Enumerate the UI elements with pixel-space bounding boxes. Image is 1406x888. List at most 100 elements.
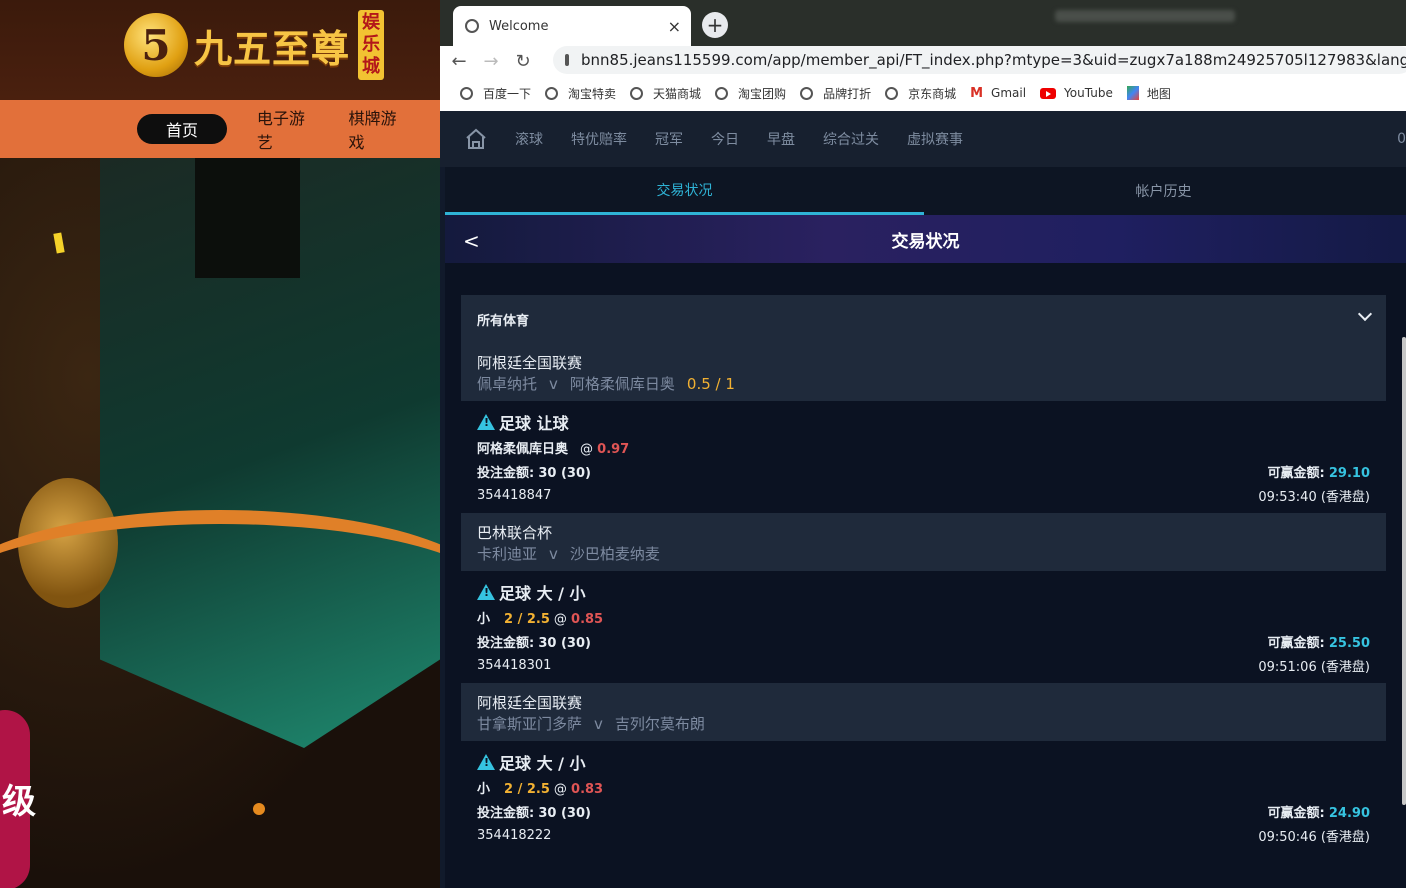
- away-team: 吉列尔莫布朗: [614, 715, 705, 733]
- bet-time: 09:51:06 (香港盘): [1258, 659, 1370, 675]
- bookmark-item[interactable]: 京东商城: [885, 85, 956, 102]
- sport-filter-value: 所有体育: [477, 313, 530, 329]
- bet-card: 巴林联合杯 卡利迪亚 v 沙巴柏麦纳麦 足球 大 / 小 小 2 / 2.5@ 0…: [461, 513, 1386, 683]
- ticket-id: 354418301: [477, 657, 552, 673]
- nav-today[interactable]: 今日: [711, 129, 739, 149]
- carousel-dot[interactable]: [253, 803, 265, 815]
- globe-icon: [715, 86, 729, 100]
- win-value: 25.50: [1328, 635, 1370, 651]
- lock-icon[interactable]: [565, 54, 569, 66]
- nav-special-odds[interactable]: 特优赔率: [571, 129, 627, 149]
- odds-value: 0.83: [571, 781, 604, 797]
- page-header: < 交易状况: [445, 215, 1406, 263]
- back-icon[interactable]: ←: [446, 51, 472, 72]
- page-title: 交易状况: [891, 231, 960, 252]
- bookmark-item[interactable]: 天猫商城: [630, 85, 701, 102]
- stake-label: 投注金额:: [477, 465, 535, 481]
- home-icon[interactable]: [465, 128, 487, 150]
- tab-strip: Welcome × +: [440, 0, 1406, 46]
- side-badge-char: 级: [2, 782, 36, 822]
- ticket-id: 354418847: [477, 487, 552, 503]
- versus: v: [549, 375, 558, 393]
- bookmark-label: 天猫商城: [653, 86, 702, 101]
- nav-virtual[interactable]: 虚拟赛事: [907, 129, 963, 149]
- bookmark-item[interactable]: 淘宝特卖: [545, 85, 616, 102]
- globe-icon: [465, 19, 479, 33]
- win-label: 可赢金额:: [1267, 465, 1325, 481]
- bet-selection: 小 2 / 2.5 @ 0.85: [477, 605, 1370, 629]
- stake-row: 投注金额: 30 (30) 可赢金额: 29.10: [477, 459, 1370, 483]
- tab-account-history[interactable]: 帐户历史: [924, 167, 1403, 215]
- bookmark-item[interactable]: 品牌打折: [800, 85, 871, 102]
- bet-selection: 阿格柔佩库日奥 @ 0.97: [477, 435, 1370, 459]
- selection-name: 小: [477, 611, 491, 627]
- bookmark-label: 京东商城: [908, 86, 957, 101]
- bet-time: 09:50:46 (香港盘): [1258, 829, 1370, 845]
- site-nav-slots[interactable]: 电子游艺: [257, 105, 315, 153]
- address-bar[interactable]: bnn85.jeans115599.com/app/member_api/FT_…: [553, 46, 1406, 74]
- win-value: 29.10: [1328, 465, 1370, 481]
- site-logo[interactable]: 5 九五至尊 娱 乐 城: [124, 10, 385, 80]
- ticket-row: 354418222 09:50:46 (香港盘): [477, 823, 1370, 847]
- site-nav: 首页 电子游艺 棋牌游戏: [0, 100, 440, 158]
- market-label: 足球 大 / 小: [499, 754, 586, 773]
- logo-tag-char: 乐: [362, 34, 381, 55]
- new-tab-button[interactable]: +: [702, 12, 728, 38]
- tab-transactions[interactable]: 交易状况: [445, 167, 924, 215]
- globe-icon: [630, 86, 644, 100]
- win-label: 可赢金额:: [1267, 805, 1325, 821]
- bet-body: 足球 大 / 小 小 2 / 2.5@ 0.83 投注金额: 30 (30) 可赢…: [461, 741, 1386, 853]
- url-text[interactable]: bnn85.jeans115599.com/app/member_api/FT_…: [581, 51, 1406, 69]
- scrollbar[interactable]: [1402, 337, 1406, 805]
- market-type: 足球 大 / 小: [477, 749, 1370, 775]
- versus: v: [549, 545, 558, 563]
- browser-tab[interactable]: Welcome ×: [453, 6, 691, 46]
- home-team: 甘拿斯亚门多萨: [477, 715, 583, 733]
- nav-outright[interactable]: 冠军: [655, 129, 683, 149]
- chevron-down-icon[interactable]: [1357, 306, 1373, 322]
- match-teams: 甘拿斯亚门多萨 v 吉列尔莫布朗: [477, 713, 1370, 735]
- bookmark-gmail[interactable]: M Gmail: [970, 86, 1026, 101]
- browser-window: Welcome × + ← → ↻ bnn85.jeans115599.com/…: [440, 0, 1406, 888]
- sport-filter-select[interactable]: 所有体育: [461, 295, 1386, 343]
- bet-selection: 小 2 / 2.5 @ 0.83: [477, 775, 1370, 799]
- bookmark-item[interactable]: 百度一下: [460, 85, 531, 102]
- bookmark-maps[interactable]: 地图: [1126, 85, 1171, 102]
- nav-inplay[interactable]: 滚球: [515, 129, 543, 149]
- bookmark-label: 地图: [1146, 86, 1171, 101]
- logo-coin-icon: 5: [124, 13, 188, 77]
- league-name: 巴林联合杯: [477, 524, 553, 542]
- bookmark-label: 品牌打折: [823, 86, 872, 101]
- match-teams: 卡利迪亚 v 沙巴柏麦纳麦: [477, 543, 1370, 565]
- bookmark-item[interactable]: 淘宝团购: [715, 85, 786, 102]
- site-nav-home[interactable]: 首页: [137, 114, 227, 144]
- at-symbol: @: [580, 441, 594, 457]
- site-nav-cards[interactable]: 棋牌游戏: [348, 105, 406, 153]
- nav-parlay[interactable]: 综合过关: [823, 129, 879, 149]
- background-site: 5 九五至尊 娱 乐 城 首页 电子游艺 棋牌游戏 级: [0, 0, 440, 888]
- stake-value: 30 (30): [538, 635, 591, 651]
- tab-title: Welcome: [489, 18, 549, 34]
- banner-shadow: [195, 158, 300, 278]
- bookmark-youtube[interactable]: YouTube: [1040, 86, 1113, 100]
- logo-brand-text: 九五至尊: [194, 25, 351, 71]
- forward-icon[interactable]: →: [478, 51, 504, 72]
- home-team: 佩卓纳托: [477, 375, 538, 393]
- warning-icon: [477, 584, 495, 600]
- ticket-id: 354418222: [477, 827, 552, 843]
- stake-row: 投注金额: 30 (30) 可赢金额: 25.50: [477, 629, 1370, 653]
- stake-row: 投注金额: 30 (30) 可赢金额: 24.90: [477, 799, 1370, 823]
- reload-icon[interactable]: ↻: [510, 51, 536, 72]
- line-value: 2 / 2.5: [504, 611, 550, 627]
- market-label: 足球 让球: [499, 414, 569, 433]
- bet-league-header: 阿根廷全国联赛 甘拿斯亚门多萨 v 吉列尔莫布朗: [461, 683, 1386, 741]
- bookmark-label: Gmail: [991, 86, 1027, 100]
- selection-name: 阿格柔佩库日奥: [477, 441, 569, 457]
- back-arrow-icon[interactable]: <: [463, 229, 480, 253]
- globe-icon: [460, 86, 473, 100]
- nav-early[interactable]: 早盘: [767, 129, 795, 149]
- stake-label: 投注金额:: [477, 805, 535, 821]
- sub-tabs: 交易状况 帐户历史: [445, 167, 1406, 215]
- close-tab-icon[interactable]: ×: [668, 17, 681, 36]
- odds-value: 0.85: [571, 611, 604, 627]
